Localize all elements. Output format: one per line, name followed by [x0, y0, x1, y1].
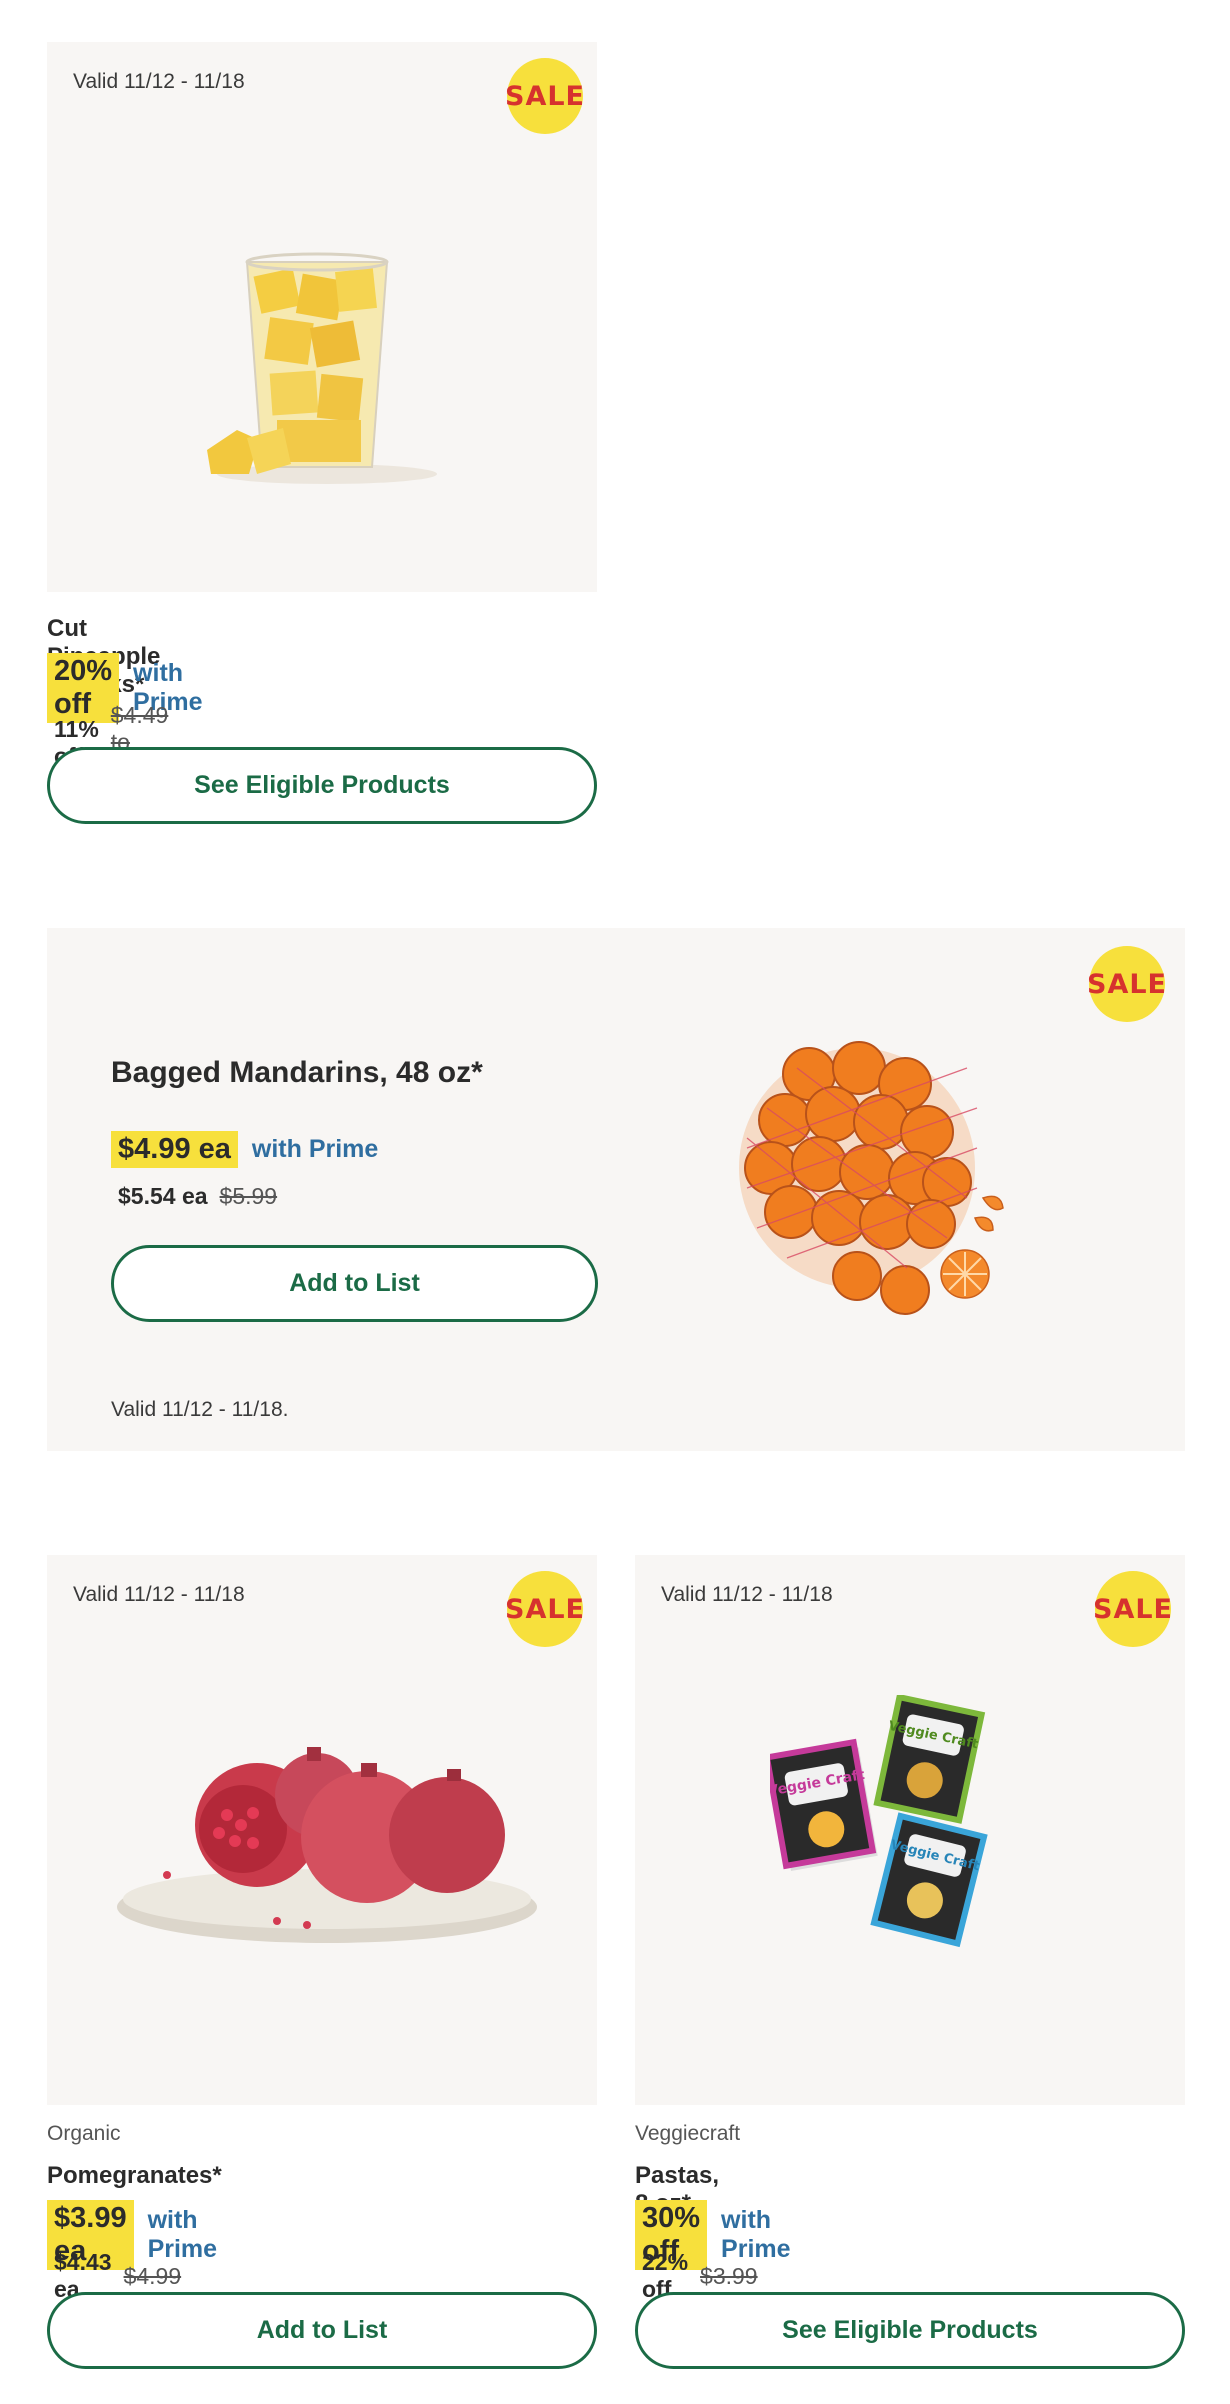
sale-badge: SALE	[505, 1571, 584, 1647]
regular-price: $5.54 ea	[118, 1183, 208, 1209]
sale-badge: SALE	[505, 58, 584, 134]
add-to-list-button[interactable]: Add to List	[47, 2292, 597, 2369]
valid-dates: Valid 11/12 - 11/18	[73, 70, 245, 93]
see-eligible-products-button[interactable]: See Eligible Products	[47, 747, 597, 824]
promo-price-row: $4.99 ea with Prime	[111, 1131, 378, 1168]
original-price: $3.99	[700, 2262, 758, 2289]
promo-price: $4.99 ea	[111, 1131, 238, 1168]
original-price: $4.99	[123, 2262, 182, 2289]
product-brand: Veggiecraft	[635, 2122, 741, 2145]
featured-banner: SALE Bagged Mandarins, 48 oz* $4.99 ea w…	[47, 928, 1185, 1451]
product-title[interactable]: Bagged Mandarins, 48 oz*	[111, 1056, 483, 1090]
sale-badge: SALE	[1093, 1571, 1172, 1647]
regular-price-row: $5.54 ea $5.99	[111, 1183, 277, 1210]
sale-badge: SALE	[1087, 946, 1166, 1022]
original-price: $5.99	[219, 1183, 278, 1209]
product-image-tile[interactable]: Valid 11/12 - 11/18 SALE	[47, 1555, 597, 2105]
product-image-tile[interactable]: Valid 11/12 - 11/18 SALE Veggie Craft Ve…	[635, 1555, 1185, 2105]
valid-dates: Valid 11/12 - 11/18	[73, 1583, 245, 1606]
add-to-list-button[interactable]: Add to List	[111, 1245, 598, 1322]
product-title[interactable]: Pomegranates*	[47, 2162, 222, 2190]
product-brand: Organic	[47, 2122, 121, 2145]
valid-dates: Valid 11/12 - 11/18.	[111, 1398, 289, 1421]
prime-label: with Prime	[251, 1135, 379, 1163]
pasta-boxes-image: Veggie Craft Veggie Craft Veggie Craft	[770, 1695, 988, 1948]
pineapple-chunks-image	[207, 252, 437, 484]
valid-dates: Valid 11/12 - 11/18	[661, 1583, 833, 1606]
product-image-tile[interactable]: Valid 11/12 - 11/18 SALE	[47, 42, 597, 592]
pomegranates-image	[117, 1747, 537, 1943]
mandarins-bag-image	[739, 1041, 1004, 1315]
see-eligible-products-button[interactable]: See Eligible Products	[635, 2292, 1185, 2369]
